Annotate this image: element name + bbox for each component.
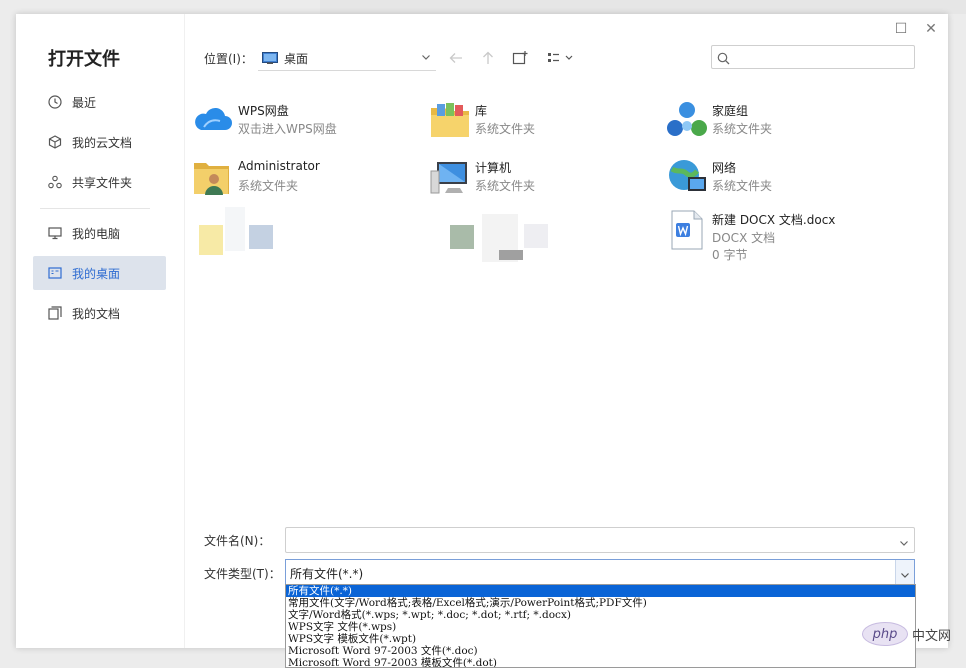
sidebar-item-shared-folder[interactable]: 共享文件夹	[33, 165, 166, 199]
file-name: 家庭组	[712, 104, 749, 118]
search-icon	[717, 50, 730, 69]
file-item-administrator[interactable]: Administrator 系统文件夹	[192, 157, 392, 201]
filename-field[interactable]	[285, 527, 915, 553]
view-mode-icon[interactable]	[546, 48, 578, 68]
maximize-icon[interactable]: ☐	[892, 20, 910, 38]
file-type: 双击进入WPS网盘	[238, 122, 337, 136]
blurred-item	[199, 225, 223, 255]
file-type: 系统文件夹	[712, 179, 773, 193]
filetype-select[interactable]: 所有文件(*.*)	[285, 559, 915, 585]
sidebar-item-label: 最近	[72, 95, 97, 110]
dialog-title: 打开文件	[48, 49, 120, 70]
network-icon	[669, 160, 706, 191]
filename-input[interactable]	[290, 531, 894, 550]
chevron-down-icon	[420, 51, 432, 66]
desktop-small-icon	[262, 52, 278, 64]
watermark: php 中文网	[862, 622, 951, 646]
computer-icon	[430, 162, 467, 194]
background-window-edge	[320, 0, 966, 14]
user-folder-icon	[194, 163, 229, 195]
wps-cloud-icon	[195, 107, 232, 130]
sidebar-item-my-documents[interactable]: 我的文档	[33, 296, 166, 330]
file-name: WPS网盘	[238, 104, 289, 118]
dropdown-option[interactable]: 常用文件(文字/Word格式;表格/Excel格式;演示/PowerPoint格…	[286, 597, 915, 609]
file-name: 计算机	[475, 161, 512, 175]
file-item-computer[interactable]: 计算机 系统文件夹	[429, 157, 629, 201]
dropdown-option[interactable]: 文字/Word格式(*.wps; *.wpt; *.doc; *.dot; *.…	[286, 609, 915, 621]
sidebar-item-label: 共享文件夹	[72, 175, 133, 190]
file-type: 系统文件夹	[712, 122, 773, 136]
documents-icon	[47, 305, 63, 321]
up-arrow-icon[interactable]	[478, 48, 498, 68]
filetype-dropdown-list: 所有文件(*.*) 常用文件(文字/Word格式;表格/Excel格式;演示/P…	[285, 584, 916, 668]
dropdown-option[interactable]: Microsoft Word 97-2003 文件(*.doc)	[286, 645, 915, 657]
file-type: 系统文件夹	[238, 179, 299, 193]
sidebar-item-recent[interactable]: 最近	[33, 85, 166, 119]
share-icon	[47, 174, 63, 190]
location-label: 位置(I)：	[204, 52, 253, 66]
library-folder-icon	[431, 103, 469, 137]
file-type: DOCX 文档	[712, 231, 776, 245]
file-item-new-docx[interactable]: 新建 DOCX 文档.docx DOCX 文档 0 字节	[666, 209, 886, 267]
file-type: 系统文件夹	[475, 122, 536, 136]
sidebar-item-label: 我的桌面	[72, 266, 121, 281]
watermark-text: 中文网	[912, 628, 952, 644]
php-logo: php	[862, 622, 908, 646]
open-file-dialog: ☐ ✕ 打开文件 最近 我的云文档 共享文件夹 我的电脑 我的桌面 我的文档 位…	[16, 14, 948, 648]
chevron-down-icon	[899, 566, 911, 585]
dropdown-option[interactable]: Microsoft Word 97-2003 模板文件(*.dot)	[286, 657, 915, 667]
sidebar-item-label: 我的云文档	[72, 135, 133, 150]
filetype-label: 文件类型(T)：	[204, 567, 281, 581]
file-name: 库	[475, 104, 488, 118]
homegroup-icon	[667, 102, 707, 136]
file-name: Administrator	[238, 159, 320, 173]
dropdown-option[interactable]: 所有文件(*.*)	[286, 585, 915, 597]
filetype-value: 所有文件(*.*)	[290, 567, 364, 581]
file-item-homegroup[interactable]: 家庭组 系统文件夹	[666, 100, 866, 144]
file-item-wps-cloud[interactable]: WPS网盘 双击进入WPS网盘	[192, 100, 392, 144]
sidebar-item-my-desktop[interactable]: 我的桌面	[33, 256, 166, 290]
close-icon[interactable]: ✕	[922, 20, 940, 38]
sidebar-item-label: 我的文档	[72, 306, 121, 321]
sidebar-divider	[40, 208, 150, 209]
file-item-network[interactable]: 网络 系统文件夹	[666, 157, 866, 201]
clock-icon	[47, 94, 63, 110]
chevron-down-icon[interactable]	[898, 534, 910, 553]
desktop-icon	[47, 265, 63, 281]
search-box[interactable]	[711, 45, 915, 69]
new-folder-icon[interactable]	[510, 48, 530, 68]
file-type: 系统文件夹	[475, 179, 536, 193]
blurred-item	[249, 225, 273, 249]
dropdown-option[interactable]: WPS文字 模板文件(*.wpt)	[286, 633, 915, 645]
blurred-item	[499, 250, 523, 260]
docx-file-icon	[671, 210, 703, 250]
monitor-icon	[47, 225, 63, 241]
file-item-library[interactable]: 库 系统文件夹	[429, 100, 629, 144]
location-value: 桌面	[284, 51, 309, 66]
back-arrow-icon[interactable]	[446, 48, 466, 68]
location-select[interactable]: 桌面	[258, 46, 436, 71]
blurred-item	[524, 224, 548, 248]
dropdown-button[interactable]	[895, 560, 914, 584]
cloud-cube-icon	[47, 134, 63, 150]
file-size: 0 字节	[712, 248, 748, 262]
filename-label: 文件名(N)：	[204, 534, 271, 548]
file-name: 网络	[712, 161, 737, 175]
file-name: 新建 DOCX 文档.docx	[712, 213, 836, 227]
sidebar-item-my-computer[interactable]: 我的电脑	[33, 216, 166, 250]
search-input[interactable]	[734, 48, 910, 67]
sidebar-item-label: 我的电脑	[72, 226, 121, 241]
blurred-item	[225, 207, 245, 251]
sidebar: 打开文件 最近 我的云文档 共享文件夹 我的电脑 我的桌面 我的文档	[16, 14, 185, 648]
blurred-item	[450, 225, 474, 249]
dropdown-option[interactable]: WPS文字 文件(*.wps)	[286, 621, 915, 633]
sidebar-item-cloud-docs[interactable]: 我的云文档	[33, 125, 166, 159]
